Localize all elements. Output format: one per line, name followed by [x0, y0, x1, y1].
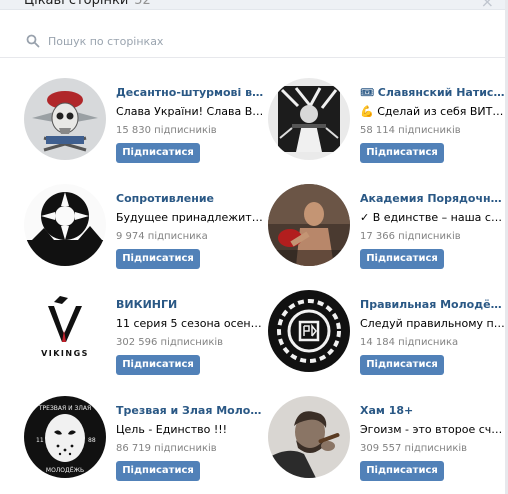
page-info: Сопротивление Будущее принадлежит нам! 9… [116, 191, 264, 269]
subscribe-button[interactable]: Підписатися [116, 461, 200, 481]
page-status: Слава України! Слава ВДВ! [116, 105, 264, 118]
page-status: ✓ В единстве – наша сила! [360, 211, 508, 224]
search-icon [26, 34, 40, 48]
page-status: Будущее принадлежит нам! [116, 211, 264, 224]
page-status: 💪 Сделай из себя ВИТЯЗЯ! [360, 105, 508, 118]
page-card: Сопротивление Будущее принадлежит нам! 9… [24, 184, 264, 284]
page-card: Десантно-штурмові війсь... Слава України… [24, 78, 264, 178]
black-sun-icon[interactable] [24, 184, 106, 266]
page-info: Хам 18+ Эгоизм - это второе счасть... 30… [360, 403, 508, 481]
page-card: ТРЕЗВАЯ И ЗЛАЯ 11 88 МОЛОДЁЖЬ Трезвая и … [24, 396, 264, 494]
page-card: Хам 18+ Эгоизм - это второе счасть... 30… [268, 396, 508, 494]
page-info: ВИКИНГИ 11 серия 5 сезона осенью! 302 59… [116, 297, 264, 375]
pages-count: 52 [134, 0, 151, 8]
page-name[interactable]: Академия Порядочных Ск... [360, 191, 508, 206]
warrior-graphic-icon[interactable] [268, 78, 350, 160]
subscribers-count: 302 596 підписників [116, 337, 224, 348]
subscribe-button[interactable]: Підписатися [360, 249, 444, 269]
page-status: Следуй правильному пути! [360, 317, 508, 330]
mask-logo-top-text: ТРЕЗВАЯ И ЗЛАЯ [38, 405, 91, 412]
modal-title: Цікаві сторінки 52 [24, 0, 151, 8]
subscribe-button[interactable]: Підписатися [360, 461, 444, 481]
search-bar [0, 24, 508, 58]
subscribers-count: 9 974 підписника [116, 231, 208, 242]
mask-logo-bottom-text: МОЛОДЁЖЬ [46, 467, 84, 474]
page-status: Эгоизм - это второе счасть... [360, 423, 508, 436]
mask-number-right: 88 [88, 437, 96, 444]
page-info: Десантно-штурмові війсь... Слава України… [116, 85, 264, 163]
modal-header: Цікаві сторінки 52 × [0, 0, 508, 10]
page-status: 11 серия 5 сезона осенью! [116, 317, 264, 330]
page-name[interactable]: Сопротивление [116, 191, 264, 206]
page-card: Академия Порядочных Ск... ✓ В единстве –… [268, 184, 508, 284]
subscribers-count: 86 719 підписників [116, 443, 217, 454]
man-with-cigar-photo-icon[interactable] [268, 396, 350, 478]
page-name[interactable]: Десантно-штурмові війсь... [116, 85, 264, 100]
page-name[interactable]: Трезвая и Злая Молодёжь ... [116, 403, 264, 418]
page-card: VIKINGS ВИКИНГИ 11 серия 5 сезона осенью… [24, 290, 264, 390]
subscribers-count: 15 830 підписників [116, 125, 217, 136]
close-icon[interactable]: × [481, 0, 494, 9]
interesting-pages-modal: Цікаві сторінки 52 × Пошук по сторінках … [0, 0, 508, 494]
page-card: Правильная Молодёжь Следуй правильному п… [268, 290, 508, 390]
subscribe-button[interactable]: Підписатися [360, 143, 444, 163]
subscribers-count: 309 557 підписників [360, 443, 468, 454]
airborne-skull-emblem-icon[interactable] [24, 78, 106, 160]
ornamental-symbol-icon[interactable] [268, 290, 350, 372]
page-card: 🎟 Славянский Натиск 🎟 💪 Сделай из себя В… [268, 78, 508, 178]
page-name[interactable]: Хам 18+ [360, 403, 508, 418]
page-info: Трезвая и Злая Молодёжь ... Цель - Единс… [116, 403, 264, 481]
page-info: Академия Порядочных Ск... ✓ В единстве –… [360, 191, 508, 269]
subscribe-button[interactable]: Підписатися [360, 355, 444, 375]
boxer-photo-icon[interactable] [268, 184, 350, 266]
subscribers-count: 14 184 підписника [360, 337, 459, 348]
subscribers-count: 58 114 підписників [360, 125, 461, 136]
page-status: Цель - Единство !!! [116, 423, 228, 436]
subscribe-button[interactable]: Підписатися [116, 143, 200, 163]
page-name[interactable]: ВИКИНГИ [116, 297, 264, 312]
search-input[interactable] [48, 32, 468, 50]
hockey-mask-icon[interactable]: ТРЕЗВАЯ И ЗЛАЯ 11 88 МОЛОДЁЖЬ [24, 396, 106, 478]
page-name[interactable]: Правильная Молодёжь [360, 297, 508, 312]
vikings-logo-icon[interactable]: VIKINGS [24, 290, 106, 372]
page-info: 🎟 Славянский Натиск 🎟 💪 Сделай из себя В… [360, 85, 508, 163]
subscribe-button[interactable]: Підписатися [116, 355, 200, 375]
vikings-logo-text: VIKINGS [41, 349, 89, 358]
mask-number-left: 11 [36, 437, 44, 444]
subscribe-button[interactable]: Підписатися [116, 249, 200, 269]
page-info: Правильная Молодёжь Следуй правильному п… [360, 297, 508, 375]
page-name[interactable]: 🎟 Славянский Натиск 🎟 [360, 85, 508, 100]
subscribers-count: 17 366 підписників [360, 231, 461, 242]
